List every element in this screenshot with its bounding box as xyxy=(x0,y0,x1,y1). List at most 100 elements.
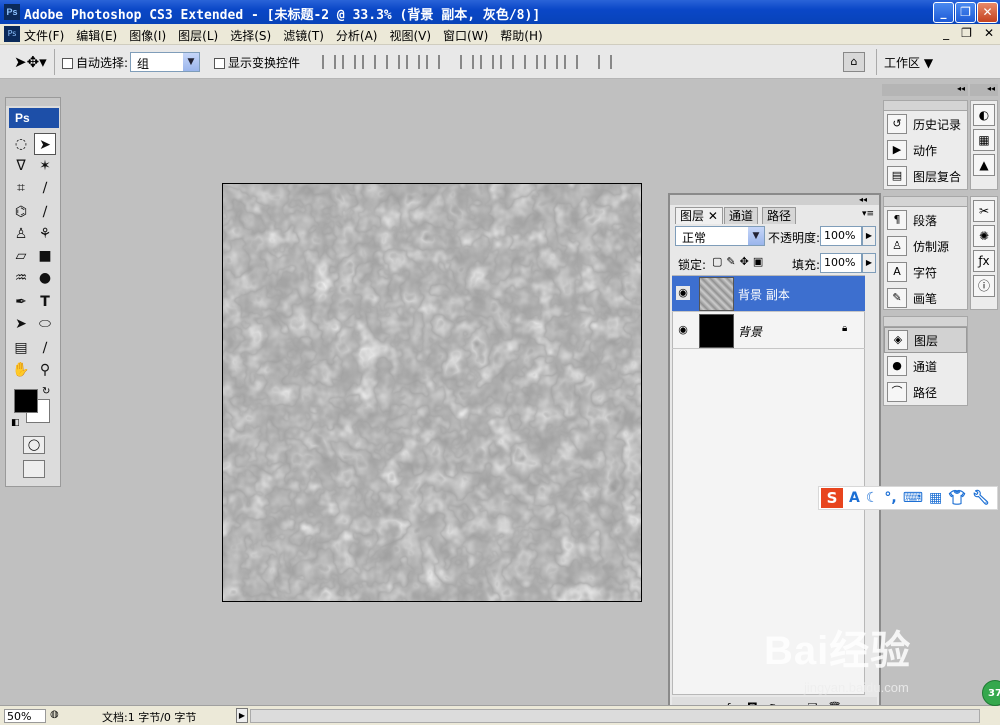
menu-help[interactable]: 帮助(H) xyxy=(500,27,542,44)
dock-collapse-icon[interactable]: ◂◂ xyxy=(882,84,968,96)
navigator-icon[interactable]: ◐ xyxy=(973,104,995,126)
pen-tool-icon[interactable]: ✒ xyxy=(10,291,32,313)
auto-select-checkbox[interactable] xyxy=(62,58,73,69)
eraser-tool-icon[interactable]: ▱ xyxy=(10,245,32,267)
align-bottom-icon[interactable] xyxy=(362,55,376,69)
notes-tool-icon[interactable]: ▤ xyxy=(10,337,32,359)
panel-history[interactable]: ↺ 历史记录 xyxy=(884,111,967,137)
auto-select-option[interactable]: 自动选择: xyxy=(62,54,128,71)
doc-close-button[interactable]: ✕ xyxy=(984,26,994,40)
keyboard-icon[interactable]: ⌨ xyxy=(903,490,923,506)
visibility-eye-icon[interactable]: ◉ xyxy=(676,286,690,300)
path-selection-icon[interactable]: ➤ xyxy=(10,313,32,335)
distribute-vcenter-icon[interactable] xyxy=(480,55,494,69)
menu-image[interactable]: 图像(I) xyxy=(129,27,166,44)
panel-brushes[interactable]: ✎ 画笔 xyxy=(884,285,967,311)
distribute-left-icon[interactable] xyxy=(524,55,538,69)
panel-channels[interactable]: ● 通道 xyxy=(884,353,967,379)
marquee-tool-icon[interactable]: ◌ xyxy=(10,133,32,155)
info-icon[interactable]: ƒx xyxy=(973,250,995,272)
histogram-icon[interactable]: ▲ xyxy=(973,154,995,176)
ime-mode-icon[interactable]: A xyxy=(849,490,860,506)
close-button[interactable]: ✕ xyxy=(977,2,998,23)
screen-mode-icon[interactable] xyxy=(23,460,45,478)
hand-tool-icon[interactable]: ✋ xyxy=(10,359,32,381)
distribute-right-icon[interactable] xyxy=(564,55,578,69)
styles-icon[interactable]: ✺ xyxy=(973,225,995,247)
panel-grip[interactable] xyxy=(884,101,967,111)
tab-paths[interactable]: 路径 xyxy=(762,207,797,224)
layer-row-background-copy[interactable]: ◉ 背景 副本 xyxy=(672,276,865,312)
show-transform-checkbox[interactable] xyxy=(214,58,225,69)
document-icon[interactable]: Ps xyxy=(4,26,20,42)
align-right-icon[interactable] xyxy=(426,55,440,69)
panel-menu-icon[interactable]: ▾≡ xyxy=(862,209,874,219)
doc-minimize-button[interactable]: _ xyxy=(943,26,949,40)
fill-field[interactable]: 100% xyxy=(820,253,862,273)
sogou-logo-icon[interactable]: S xyxy=(821,488,843,508)
panel-collapse-icon[interactable]: ◂◂ xyxy=(859,195,867,204)
menu-analysis[interactable]: 分析(A) xyxy=(336,27,378,44)
tab-layers[interactable]: 图层 ✕ xyxy=(675,207,723,224)
grid-icon[interactable]: ▦ xyxy=(929,490,942,506)
menu-select[interactable]: 选择(S) xyxy=(230,27,271,44)
move-tool-icon[interactable]: ➤ xyxy=(34,133,56,155)
tab-channels[interactable]: 通道 xyxy=(724,207,759,224)
maximize-button[interactable]: ❐ xyxy=(955,2,976,23)
lock-options-icons[interactable]: ▢✎✥▣ xyxy=(712,255,767,268)
wrench-icon[interactable]: 🔧︎ xyxy=(972,490,990,506)
clone-stamp-icon[interactable]: ♙ xyxy=(10,223,32,245)
magic-wand-icon[interactable]: ✶ xyxy=(34,155,56,177)
blur-tool-icon[interactable]: ♒ xyxy=(10,267,32,289)
menu-filter[interactable]: 滤镜(T) xyxy=(283,27,324,44)
dodge-tool-icon[interactable]: ● xyxy=(34,267,56,289)
punctuation-icon[interactable]: °, xyxy=(884,490,896,506)
minimize-button[interactable]: _ xyxy=(933,2,954,23)
fill-arrow-icon[interactable]: ▶ xyxy=(862,253,876,273)
notification-badge[interactable]: 37 xyxy=(982,680,1000,706)
document-canvas[interactable] xyxy=(222,183,642,602)
align-vcenter-icon[interactable] xyxy=(342,55,356,69)
type-tool-icon[interactable]: T xyxy=(34,291,56,313)
panel-character[interactable]: A 字符 xyxy=(884,259,967,285)
workspace-menu[interactable]: 工作区 ▼ xyxy=(884,54,933,71)
horizontal-scrollbar[interactable] xyxy=(250,709,980,723)
menu-edit[interactable]: 编辑(E) xyxy=(76,27,117,44)
shirt-icon[interactable]: 👕︎ xyxy=(948,490,966,506)
swatches-icon[interactable]: ▦ xyxy=(973,129,995,151)
panel-layers[interactable]: ◈ 图层 xyxy=(884,327,967,353)
opacity-arrow-icon[interactable]: ▶ xyxy=(862,226,876,246)
gradient-tool-icon[interactable]: ■ xyxy=(34,245,56,267)
status-menu-arrow-icon[interactable]: ▶ xyxy=(236,708,248,723)
eyedropper-icon[interactable]: ∕ xyxy=(34,337,56,359)
panel-clone-source[interactable]: ♙ 仿制源 xyxy=(884,233,967,259)
healing-brush-icon[interactable]: ⌬ xyxy=(10,201,32,223)
slice-tool-icon[interactable]: ∕ xyxy=(34,177,56,199)
align-left-icon[interactable] xyxy=(386,55,400,69)
blend-mode-dropdown[interactable]: 正常 ▼ xyxy=(675,226,765,246)
distribute-top-icon[interactable] xyxy=(460,55,474,69)
tab-close-icon[interactable]: ✕ xyxy=(708,209,718,223)
lasso-tool-icon[interactable]: ᐁ xyxy=(10,155,32,177)
tool-presets-icon[interactable]: ✂ xyxy=(973,200,995,222)
auto-align-icon[interactable] xyxy=(598,55,612,69)
dock-expand-icon[interactable]: ◂◂ xyxy=(970,84,998,96)
toolbox-grip[interactable] xyxy=(6,98,60,106)
status-icon[interactable]: ◍ xyxy=(50,709,59,720)
panel-actions[interactable]: ▶ 动作 xyxy=(884,137,967,163)
align-hcenter-icon[interactable] xyxy=(406,55,420,69)
panel-paths[interactable]: ⌒ 路径 xyxy=(884,379,967,405)
panel-layer-comps[interactable]: ▤ 图层复合 xyxy=(884,163,967,189)
default-colors-icon[interactable]: ◧ xyxy=(11,418,20,428)
doc-restore-button[interactable]: ❐ xyxy=(961,26,972,40)
swap-colors-icon[interactable]: ↻ xyxy=(42,386,50,397)
info-circle-icon[interactable]: ⓘ xyxy=(973,275,995,297)
moon-icon[interactable]: ☾ xyxy=(866,490,879,506)
visibility-eye-icon[interactable]: ◉ xyxy=(676,323,690,337)
zoom-field[interactable]: 50% xyxy=(4,709,46,723)
crop-tool-icon[interactable]: ⌗ xyxy=(10,177,32,199)
history-brush-icon[interactable]: ⚘ xyxy=(34,223,56,245)
panel-grip[interactable] xyxy=(884,317,967,327)
panel-paragraph[interactable]: ¶ 段落 xyxy=(884,207,967,233)
menu-file[interactable]: 文件(F) xyxy=(24,27,64,44)
